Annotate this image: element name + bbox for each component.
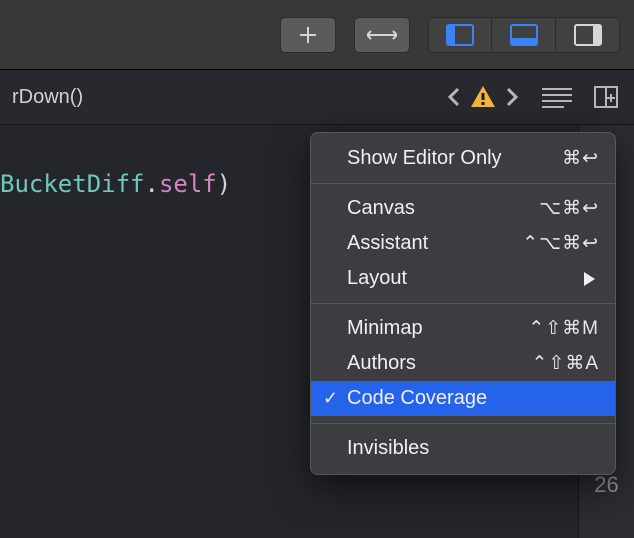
add-tab-button[interactable] <box>280 17 336 53</box>
menu-shortcut: ⌥⌘↩︎ <box>539 197 599 220</box>
menu-minimap[interactable]: Minimap ⌃⇧⌘M <box>311 311 615 346</box>
code-type: BucketDiff <box>0 170 145 198</box>
menu-label: Invisibles <box>347 437 599 460</box>
checkmark-icon: ✓ <box>323 388 338 409</box>
menu-label: Canvas <box>347 197 539 220</box>
editor-options-menu: Show Editor Only ⌘↩︎ Canvas ⌥⌘↩︎ Assista… <box>310 132 616 475</box>
menu-authors[interactable]: Authors ⌃⇧⌘A <box>311 346 615 381</box>
left-panel-toggle[interactable] <box>428 17 492 53</box>
menu-label: Code Coverage <box>347 387 599 410</box>
bottom-panel-icon <box>510 24 538 46</box>
menu-label: Minimap <box>347 317 528 340</box>
menu-shortcut: ⌃⇧⌘A <box>531 352 599 375</box>
submenu-arrow-icon <box>584 272 595 286</box>
menu-label: Assistant <box>347 232 522 255</box>
menu-label: Authors <box>347 352 531 375</box>
menu-canvas[interactable]: Canvas ⌥⌘↩︎ <box>311 191 615 226</box>
line-number: 26 <box>594 472 618 498</box>
panel-toggle-group <box>428 17 620 53</box>
menu-assistant[interactable]: Assistant ⌃⌥⌘↩︎ <box>311 226 615 261</box>
right-panel-toggle[interactable] <box>556 17 620 53</box>
right-panel-icon <box>574 24 602 46</box>
menu-layout[interactable]: Layout <box>311 261 615 296</box>
menu-label: Show Editor Only <box>347 147 562 170</box>
chevron-left-icon[interactable] <box>446 86 462 108</box>
jump-bar: rDown() <box>0 70 634 125</box>
plus-icon <box>299 26 317 44</box>
menu-shortcut: ⌃⇧⌘M <box>528 317 599 340</box>
warning-icon <box>470 85 496 109</box>
menu-shortcut: ⌃⌥⌘↩︎ <box>522 232 599 255</box>
code-punc: ) <box>217 170 231 198</box>
chevron-right-icon[interactable] <box>504 86 520 108</box>
editor-options-icon[interactable] <box>542 86 572 108</box>
navigate-button[interactable] <box>354 17 410 53</box>
code-punc: . <box>145 170 159 198</box>
menu-shortcut: ⌘↩︎ <box>562 147 599 170</box>
bottom-panel-toggle[interactable] <box>492 17 556 53</box>
menu-separator <box>311 423 615 424</box>
menu-code-coverage[interactable]: ✓ Code Coverage <box>311 381 615 416</box>
history-nav <box>446 85 520 109</box>
menu-separator <box>311 183 615 184</box>
left-panel-icon <box>446 24 474 46</box>
menu-label: Layout <box>347 267 584 290</box>
code-keyword: self <box>159 170 217 198</box>
menu-show-editor-only[interactable]: Show Editor Only ⌘↩︎ <box>311 141 615 176</box>
breadcrumb[interactable]: rDown() <box>12 86 428 109</box>
arrows-icon <box>367 26 397 44</box>
menu-separator <box>311 303 615 304</box>
menu-invisibles[interactable]: Invisibles <box>311 431 615 466</box>
add-editor-icon[interactable] <box>594 86 622 108</box>
window-toolbar <box>0 0 634 70</box>
